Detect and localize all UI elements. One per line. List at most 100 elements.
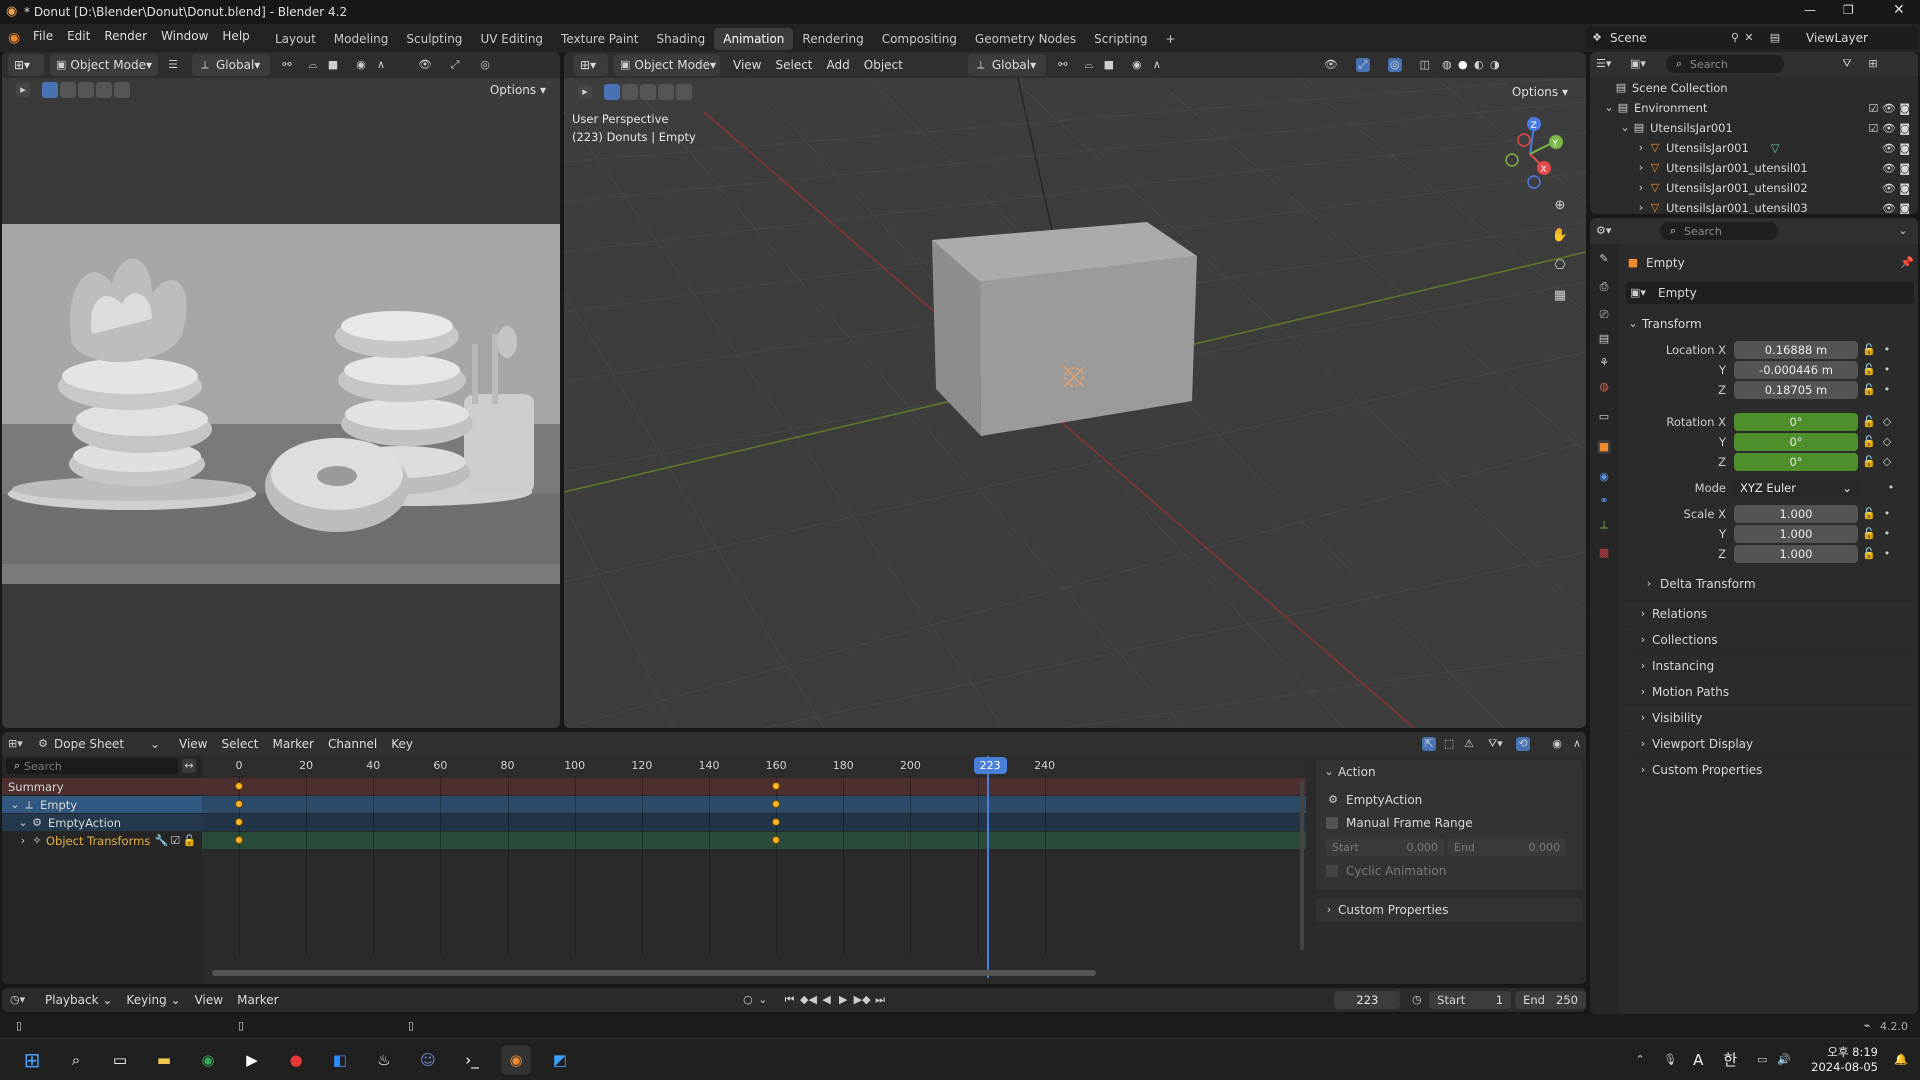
notification-bell-icon[interactable]: 🔔 bbox=[1894, 1053, 1908, 1067]
expand-icon[interactable]: › bbox=[1634, 141, 1648, 155]
physics-tab-icon[interactable]: ◉ bbox=[1597, 470, 1611, 484]
discord-icon[interactable]: ☺ bbox=[413, 1045, 443, 1075]
select-new-icon[interactable] bbox=[42, 82, 58, 98]
jump-end-icon[interactable]: ⏭ bbox=[874, 993, 887, 1007]
language-indicator[interactable]: 한 bbox=[1723, 1049, 1737, 1070]
action-start-field[interactable]: Start 0.000 bbox=[1326, 838, 1444, 856]
main-options-dropdown[interactable]: Options ▾ bbox=[1505, 82, 1574, 102]
keyframe-dot-icon[interactable]: • bbox=[1884, 481, 1898, 495]
visibility-toggles[interactable]: 👁 ◙ bbox=[1882, 182, 1910, 195]
keyframe-point[interactable] bbox=[772, 818, 781, 826]
current-frame-field[interactable]: 223 bbox=[1334, 991, 1401, 1009]
main-pivot-icon[interactable]: ⚯ bbox=[1056, 58, 1070, 72]
properties-search[interactable]: ⌕ Search bbox=[1660, 222, 1778, 240]
main-orientation-dropdown[interactable]: ⟂ Global ▾ bbox=[967, 54, 1046, 76]
object-tab-icon[interactable]: ■ bbox=[1597, 440, 1611, 454]
section-motion-paths[interactable]: › Motion Paths bbox=[1626, 679, 1914, 705]
tab-shading[interactable]: Shading bbox=[647, 28, 714, 50]
ime-indicator[interactable]: A bbox=[1693, 1051, 1703, 1069]
only-errors-icon[interactable]: ⚠ bbox=[1462, 737, 1476, 751]
zoom-icon[interactable]: ⊕ bbox=[1548, 194, 1572, 218]
lock-icon[interactable]: 🔓 bbox=[1862, 343, 1876, 357]
tab-modeling[interactable]: Modeling bbox=[325, 28, 398, 50]
main-snap-icon[interactable]: ⌓ bbox=[1082, 58, 1096, 72]
outliner-row-utensilsjar-collection[interactable]: ⌄ ▤ UtensilsJar001 ☑ 👁 ◙ bbox=[1590, 118, 1918, 138]
search-icon[interactable]: ⌕ bbox=[61, 1045, 91, 1075]
only-selected-icon[interactable]: ⇱ bbox=[1422, 737, 1437, 751]
dopesheet-proportional-icon[interactable]: ◉ bbox=[1550, 737, 1564, 751]
horizontal-scrollbar[interactable] bbox=[212, 970, 1096, 976]
transform-section-header[interactable]: ⌄ Transform bbox=[1626, 312, 1914, 336]
shading-solid-icon[interactable]: ● bbox=[1456, 58, 1470, 72]
cyclic-row[interactable]: Cyclic Animation bbox=[1316, 860, 1582, 882]
channel-empty[interactable]: ⌄ ⟂ Empty bbox=[2, 796, 202, 813]
dopesheet-menu-view[interactable]: View bbox=[172, 737, 214, 751]
shading-wire-icon[interactable]: ◍ bbox=[1440, 58, 1454, 72]
jump-start-icon[interactable]: ⏮ bbox=[783, 993, 796, 1007]
section-viewport-display[interactable]: › Viewport Display bbox=[1626, 731, 1914, 757]
lock-icon[interactable]: 🔓 bbox=[1862, 507, 1876, 521]
main-select-invert-icon[interactable] bbox=[658, 84, 674, 100]
maximize-icon[interactable]: ❐ bbox=[1843, 3, 1854, 17]
overlay-icon[interactable]: ◎ bbox=[478, 58, 492, 72]
scene-tab-icon[interactable]: ⚘ bbox=[1597, 356, 1611, 370]
constraints-tab-icon[interactable]: ⚭ bbox=[1597, 494, 1611, 508]
action-panel-header[interactable]: ⌄ Action bbox=[1316, 760, 1582, 784]
ortho-grid-icon[interactable]: ▦ bbox=[1548, 284, 1572, 308]
timeline-editor-icon[interactable]: ◷▾ bbox=[10, 993, 25, 1007]
outliner-row-environment[interactable]: ⌄ ▤ Environment ☑ 👁 ◙ bbox=[1590, 98, 1918, 118]
main-visibility-icon[interactable]: 👁 bbox=[1324, 58, 1338, 72]
keyframe-point[interactable] bbox=[235, 836, 243, 844]
pan-hand-icon[interactable]: ✋ bbox=[1548, 224, 1572, 248]
snap-target-icon[interactable]: ■ bbox=[326, 58, 340, 72]
keyframe-point[interactable] bbox=[772, 800, 781, 808]
blender-menu-icon[interactable]: ◉ bbox=[8, 30, 20, 46]
main-editor-type-icon[interactable]: ⊞▾ bbox=[574, 54, 608, 76]
keyframe-region[interactable]: 0204060801001201401601802002240 223 bbox=[202, 756, 1306, 984]
viewport-menu-add[interactable]: Add bbox=[820, 58, 857, 72]
visibility-toggles[interactable]: 👁 ◙ bbox=[1882, 202, 1910, 215]
visibility-toggles[interactable]: 👁 ◙ bbox=[1882, 142, 1910, 155]
manual-frame-range-row[interactable]: Manual Frame Range bbox=[1316, 812, 1582, 834]
main-select-subtract-icon[interactable] bbox=[640, 84, 656, 100]
main-tool-select-icon[interactable]: ▸ bbox=[578, 85, 592, 99]
tab-geometry-nodes[interactable]: Geometry Nodes bbox=[966, 28, 1085, 50]
add-workspace-icon[interactable]: + bbox=[1157, 28, 1185, 50]
tab-rendering[interactable]: Rendering bbox=[793, 28, 872, 50]
dopesheet-editor-type-icon[interactable]: ⊞▾ bbox=[8, 737, 23, 751]
camera-view-icon[interactable]: ⎔ bbox=[1548, 254, 1572, 278]
timeline-menu-playback[interactable]: Playback ⌄ bbox=[38, 993, 119, 1007]
tab-animation[interactable]: Animation bbox=[714, 28, 794, 50]
select-extend-icon[interactable] bbox=[60, 82, 76, 98]
manual-frame-checkbox[interactable] bbox=[1326, 817, 1338, 829]
keyframe-diamond-icon[interactable]: ◇ bbox=[1880, 435, 1894, 449]
keyframe-point[interactable] bbox=[772, 836, 781, 844]
channel-object-transforms[interactable]: › ✧ Object Transforms 🔧 ☑ 🔓 bbox=[2, 832, 202, 849]
steam-icon[interactable]: ♨ bbox=[369, 1045, 399, 1075]
outliner-row-utensil01[interactable]: › ▽ UtensilsJar001_utensil01 👁 ◙ bbox=[1590, 158, 1918, 178]
section-collections[interactable]: › Collections bbox=[1626, 627, 1914, 653]
keyframe-dot-icon[interactable]: • bbox=[1880, 363, 1894, 377]
tool-tab-icon[interactable]: ✎ bbox=[1597, 252, 1611, 266]
texture-tab-icon[interactable]: ▩ bbox=[1597, 546, 1611, 560]
keyframe-dot-icon[interactable]: • bbox=[1880, 383, 1894, 397]
keyframe-dot-icon[interactable]: • bbox=[1880, 507, 1894, 521]
data-tab-icon[interactable]: ⟂ bbox=[1597, 518, 1611, 532]
dopesheet-mode-dropdown[interactable]: ⚙ Dope Sheet ⌄ bbox=[36, 737, 160, 751]
delta-transform-header[interactable]: › Delta Transform bbox=[1626, 572, 1914, 596]
location-x-field[interactable]: 0.16888 m bbox=[1734, 341, 1858, 359]
keyframe-dot-icon[interactable]: • bbox=[1880, 343, 1894, 357]
navigation-gizmo[interactable]: Z Y X bbox=[1494, 110, 1574, 190]
visibility-toggles[interactable]: ☑ 👁 ◙ bbox=[1869, 102, 1911, 115]
tab-compositing[interactable]: Compositing bbox=[873, 28, 966, 50]
tab-texture-paint[interactable]: Texture Paint bbox=[552, 28, 647, 50]
properties-options-icon[interactable]: ⌄ bbox=[1896, 224, 1910, 238]
properties-pin-icon[interactable]: 📌 bbox=[1900, 256, 1914, 270]
windows-start-icon[interactable]: ⊞ bbox=[17, 1045, 47, 1075]
main-3d-viewport[interactable]: ⊞▾ ▣ Object Mode ▾ View Select Add Object… bbox=[564, 52, 1586, 728]
lock-icon[interactable]: 🔓 bbox=[1862, 415, 1876, 429]
select-intersect-icon[interactable] bbox=[114, 82, 130, 98]
outliner-editor-icon[interactable]: ☰▾ bbox=[1596, 57, 1611, 71]
menu-window[interactable]: Window bbox=[154, 29, 215, 43]
main-gizmo-icon[interactable]: ⤢ bbox=[1355, 58, 1370, 72]
